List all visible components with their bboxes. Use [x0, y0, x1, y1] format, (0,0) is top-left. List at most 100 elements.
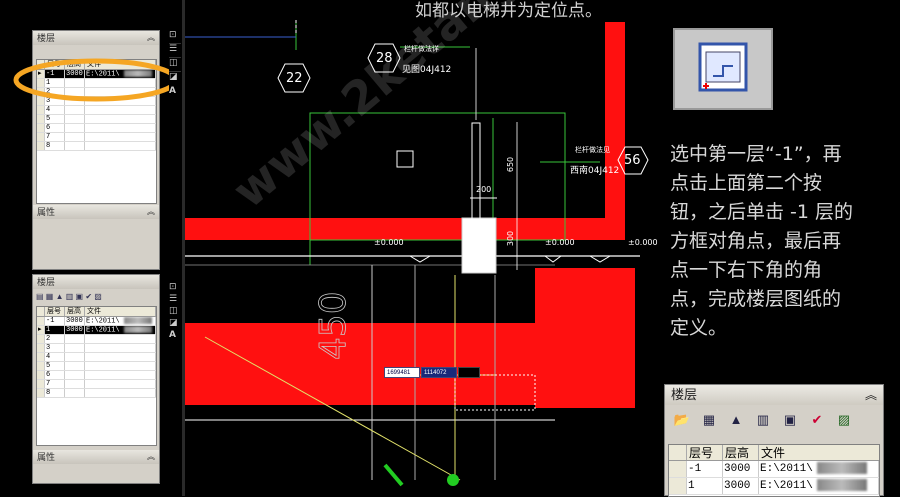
text-tool-A[interactable]: A	[169, 330, 181, 342]
check-icon[interactable]: ✔	[85, 292, 92, 301]
row-marker[interactable]	[37, 389, 45, 397]
row-marker[interactable]	[37, 124, 45, 132]
table-row[interactable]: 1 3000 E:\2011\	[669, 478, 879, 495]
collapse-icon[interactable]: ︽	[147, 205, 155, 219]
row-marker[interactable]	[37, 371, 45, 379]
cell-num[interactable]: -1	[45, 317, 65, 325]
col-floor-height[interactable]: 层高	[723, 445, 759, 460]
config-icon[interactable]: ▦	[46, 292, 54, 301]
cell-num[interactable]: 7	[45, 133, 65, 141]
zoom-icon[interactable]: ⊡	[169, 30, 181, 44]
floor-table[interactable]: 层号 层高 文件 -1 3000 E:\2011\ ▸ 1 3000 E:\2011\ 2 3 4…	[36, 306, 157, 446]
cell-file[interactable]: E:\2011\	[85, 317, 156, 325]
table-row[interactable]: 3	[37, 344, 156, 353]
cell-height[interactable]	[65, 124, 85, 132]
floor-table[interactable]: 层号 层高 文件 -1 3000 E:\2011\ 1 3000 E:\2011\	[668, 444, 880, 497]
cell-height[interactable]	[65, 335, 85, 343]
cell-num[interactable]: 6	[45, 371, 65, 379]
cell-num[interactable]: 8	[45, 142, 65, 150]
table-row[interactable]: -1 3000 E:\2011\	[37, 317, 156, 326]
check-icon[interactable]: ✔	[806, 409, 828, 431]
cell-height[interactable]	[65, 106, 85, 114]
cell-height[interactable]: 3000	[723, 478, 759, 494]
table-row[interactable]: 5	[37, 362, 156, 371]
row-marker[interactable]	[37, 142, 45, 150]
cell-height[interactable]	[65, 115, 85, 123]
row-marker[interactable]	[37, 362, 45, 370]
row-marker[interactable]: ▸	[37, 326, 45, 334]
table-row[interactable]: 4	[37, 106, 156, 115]
cell-file[interactable]	[85, 115, 156, 123]
cell-file[interactable]: E:\2011\	[759, 461, 879, 477]
open-icon[interactable]: ▤	[36, 292, 44, 301]
cell-height[interactable]	[65, 133, 85, 141]
cell-num[interactable]: 8	[45, 389, 65, 397]
row-marker[interactable]	[37, 344, 45, 352]
table-row[interactable]: 4	[37, 353, 156, 362]
cell-num[interactable]: 1	[687, 478, 723, 494]
cell-file[interactable]	[85, 133, 156, 141]
cell-height[interactable]: 3000	[65, 317, 85, 325]
cell-file[interactable]	[85, 380, 156, 388]
coordinate-input-x[interactable]: 1699481	[384, 367, 420, 378]
row-marker[interactable]	[669, 461, 687, 477]
col-floor-height[interactable]: 层高	[65, 307, 85, 316]
cell-height[interactable]	[65, 389, 85, 397]
grid-icon[interactable]: ▣	[779, 409, 801, 431]
layer-icon[interactable]: ◪	[169, 72, 181, 86]
cell-height[interactable]	[65, 371, 85, 379]
cell-num[interactable]: 3	[45, 344, 65, 352]
col-file[interactable]: 文件	[85, 307, 156, 316]
table-row[interactable]: -1 3000 E:\2011\	[669, 461, 879, 478]
col-floor-num[interactable]: 层号	[687, 445, 723, 460]
cell-height[interactable]	[65, 344, 85, 352]
text-tool-A[interactable]: A	[169, 86, 181, 100]
edit-icon[interactable]: ☰	[169, 294, 181, 306]
row-marker[interactable]	[37, 106, 45, 114]
row-marker[interactable]	[37, 317, 45, 325]
collapse-icon[interactable]: ︽	[865, 385, 877, 405]
cell-num[interactable]: 6	[45, 124, 65, 132]
cell-height[interactable]: 3000	[65, 326, 85, 334]
cell-height[interactable]	[65, 362, 85, 370]
collapse-icon[interactable]: ︽	[147, 31, 155, 45]
cell-file[interactable]	[85, 389, 156, 397]
row-marker[interactable]	[37, 115, 45, 123]
table-row[interactable]: 7	[37, 380, 156, 389]
table-row[interactable]: 8	[37, 389, 156, 398]
cell-file[interactable]	[85, 106, 156, 114]
zoom-icon[interactable]: ⊡	[169, 282, 181, 294]
row-marker[interactable]	[37, 133, 45, 141]
define-floor-icon[interactable]: ▦	[698, 409, 720, 431]
floor-icon[interactable]: ▲	[56, 292, 64, 301]
view-icon[interactable]: ◫	[169, 306, 181, 318]
cell-height[interactable]	[65, 142, 85, 150]
view-icon[interactable]: ◫	[169, 58, 181, 72]
cell-num[interactable]: 1	[45, 326, 65, 334]
col-floor-num[interactable]: 层号	[45, 307, 65, 316]
collapse-icon[interactable]: ︽	[147, 450, 155, 464]
cell-file[interactable]	[85, 124, 156, 132]
table-row[interactable]: 8	[37, 142, 156, 151]
cell-file[interactable]	[85, 142, 156, 150]
row-marker[interactable]	[37, 335, 45, 343]
add-floor-icon[interactable]: ▨	[833, 409, 855, 431]
cell-height[interactable]: 3000	[723, 461, 759, 477]
open-folder-icon[interactable]: 📂	[671, 409, 693, 431]
cell-num[interactable]: 4	[45, 353, 65, 361]
cell-height[interactable]	[65, 353, 85, 361]
layer-icon[interactable]: ◪	[169, 318, 181, 330]
cell-file[interactable]	[85, 362, 156, 370]
cell-height[interactable]	[65, 380, 85, 388]
add-icon[interactable]: ▨	[94, 292, 102, 301]
cell-file[interactable]: E:\2011\	[759, 478, 879, 494]
list-icon[interactable]: ▥	[66, 292, 74, 301]
coordinate-input-y[interactable]: 1114072	[421, 367, 457, 378]
list-icon[interactable]: ▥	[752, 409, 774, 431]
cell-num[interactable]: -1	[687, 461, 723, 477]
cell-num[interactable]: 2	[45, 335, 65, 343]
cell-num[interactable]: 5	[45, 115, 65, 123]
table-row[interactable]: 6	[37, 124, 156, 133]
grid-icon[interactable]: ▣	[76, 292, 84, 301]
cell-file[interactable]	[85, 353, 156, 361]
